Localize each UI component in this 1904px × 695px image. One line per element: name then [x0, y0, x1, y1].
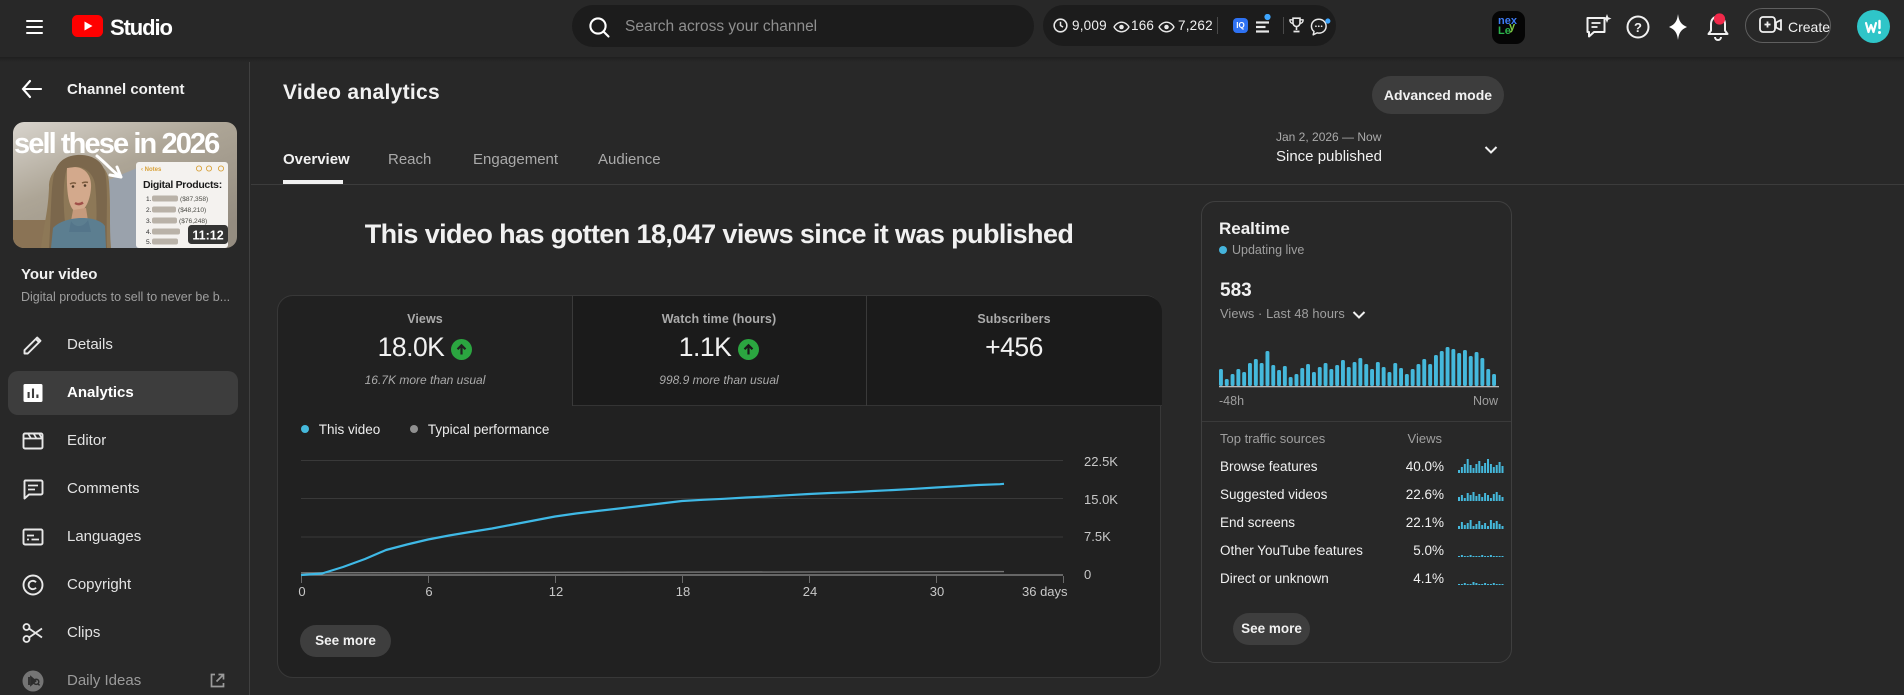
svg-text:2.: 2.	[146, 207, 152, 214]
svg-text:5.: 5.	[146, 239, 152, 246]
svg-text:1.: 1.	[146, 196, 152, 203]
svg-text:?: ?	[1634, 20, 1642, 35]
svg-text:‹ Notes: ‹ Notes	[141, 167, 162, 173]
svg-text:($76,248): ($76,248)	[179, 218, 207, 225]
svg-text:($48,210): ($48,210)	[178, 207, 206, 214]
svg-text:4.: 4.	[146, 229, 152, 236]
svg-text:($87,358): ($87,358)	[180, 196, 208, 203]
svg-text:3.: 3.	[146, 218, 152, 225]
svg-text:sell these in 2026: sell these in 2026	[14, 128, 220, 160]
svg-text:11:12: 11:12	[192, 229, 223, 243]
svg-text:Digital Products:: Digital Products:	[143, 179, 222, 191]
